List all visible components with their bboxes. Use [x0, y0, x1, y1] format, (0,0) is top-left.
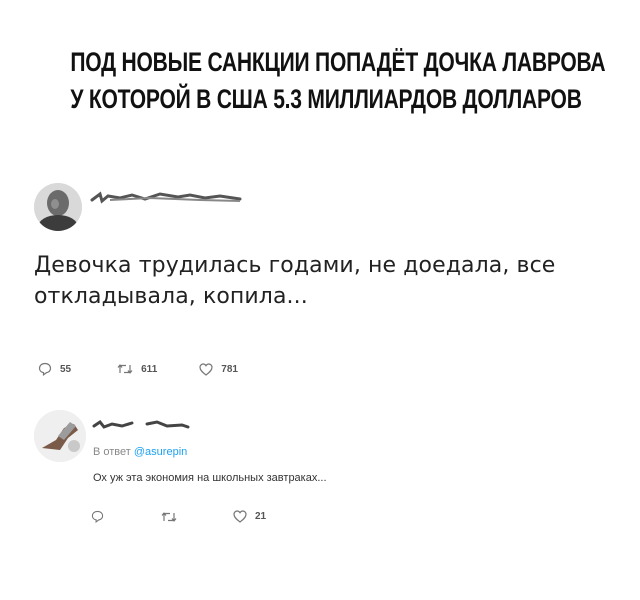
redacted-author-name	[90, 191, 242, 204]
headline-line-1: ПОД НОВЫЕ САНКЦИИ ПОПАДЁТ ДОЧКА ЛАВРОВА	[70, 47, 606, 77]
reply-reply-button[interactable]	[91, 510, 104, 523]
reply-button[interactable]: 55	[38, 362, 71, 376]
meme-headline: ПОД НОВЫЕ САНКЦИИ ПОПАДЁТ ДОЧКА ЛАВРОВА …	[70, 44, 606, 118]
heart-icon	[199, 362, 213, 376]
reply-author-avatar[interactable]	[34, 410, 86, 462]
tweet-text: Девочка трудилась годами, не доедала, вс…	[34, 250, 624, 312]
retweet-icon	[161, 511, 177, 522]
retweet-icon	[117, 364, 133, 374]
like-button[interactable]: 781	[199, 362, 238, 376]
headline-line-2: У КОТОРОЙ В США 5.3 МИЛЛИАРДОВ ДОЛЛАРОВ	[70, 84, 582, 114]
tweet-actions: 55 611 781	[38, 362, 238, 376]
retweet-count: 611	[141, 363, 158, 375]
reply-text: Ох уж эта экономия на школьных завтраках…	[93, 472, 327, 484]
reply-to-prefix: В ответ	[93, 446, 131, 458]
like-count: 781	[221, 363, 238, 375]
reply-count: 55	[60, 363, 72, 375]
reply-icon	[91, 510, 104, 523]
reply-to-line: В ответ @asurepin	[93, 446, 187, 458]
tweet-text-line-1: Девочка трудилась годами, не доедала, вс…	[34, 253, 556, 278]
reply-icon	[38, 362, 52, 376]
author-avatar[interactable]	[34, 183, 82, 231]
redacted-reply-author-name	[92, 419, 190, 429]
reply-like-button[interactable]: 21	[233, 510, 266, 523]
tweet-text-line-2: откладывала, копила...	[34, 284, 308, 309]
reply-to-handle-link[interactable]: @asurepin	[134, 446, 187, 458]
reply-retweet-button[interactable]	[161, 511, 177, 523]
reply-actions: 21	[91, 510, 266, 523]
retweet-button[interactable]: 611	[117, 363, 157, 375]
heart-icon	[233, 510, 247, 523]
reply-like-count: 21	[255, 511, 267, 522]
